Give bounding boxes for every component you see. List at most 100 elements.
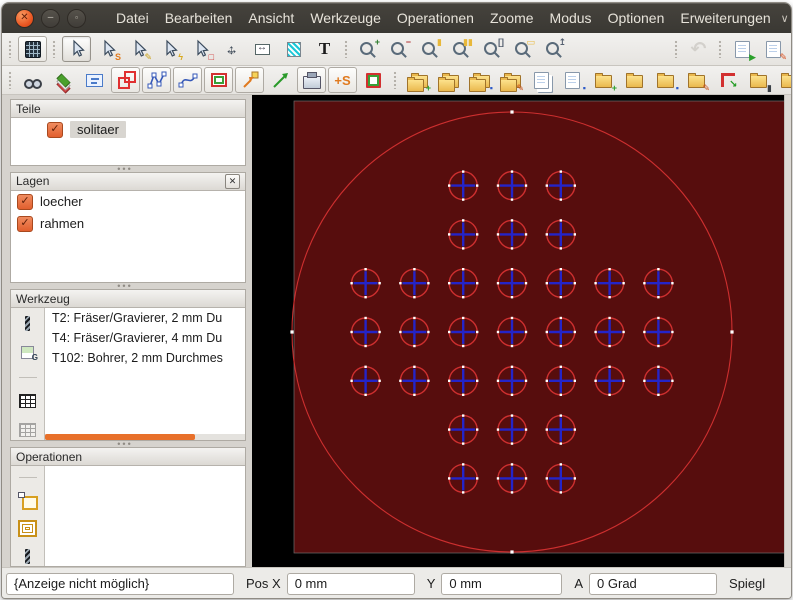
move-button[interactable]: ↔↕ — [217, 36, 246, 62]
tool-table-disabled-icon[interactable] — [16, 420, 40, 440]
panel-lagen-header[interactable]: Lagen ✕ — [11, 173, 245, 191]
zoom-in-button[interactable]: + — [354, 36, 383, 62]
toolbar-grip[interactable] — [8, 40, 13, 58]
gcode-icon[interactable] — [16, 343, 40, 363]
contour-operation-icon[interactable] — [16, 492, 40, 511]
import-button[interactable] — [713, 67, 742, 93]
toolbar-grip[interactable] — [718, 40, 723, 58]
layer-edit-button[interactable]: ✎ — [682, 67, 711, 93]
select-quick-button[interactable]: ϟ — [155, 36, 184, 62]
calculator-button[interactable] — [18, 36, 47, 62]
menu-overflow-chevron-icon[interactable]: ∨ — [781, 12, 789, 25]
layer-open-button[interactable] — [620, 67, 649, 93]
select-region-button[interactable]: □ — [186, 36, 215, 62]
corner-outline-button[interactable] — [359, 67, 388, 93]
tool-table-icon[interactable] — [16, 392, 40, 412]
layers-button[interactable] — [49, 67, 78, 93]
pocket-operation-icon[interactable] — [16, 520, 40, 539]
zoom-page-button[interactable]: ▭ — [509, 36, 538, 62]
resize-button[interactable] — [248, 36, 277, 62]
copy-parts-button[interactable] — [111, 67, 140, 93]
postprocessor-button[interactable] — [18, 67, 47, 93]
panel-close-button[interactable]: ✕ — [225, 174, 240, 189]
maximize-window-button[interactable]: ▫ — [67, 9, 86, 28]
tool-list-hscrollbar[interactable] — [45, 434, 245, 440]
layers-list: ✓ loecher ✓ rahmen — [11, 191, 245, 282]
toolbar-grip[interactable] — [52, 40, 57, 58]
canvas-vertical-scrollbar[interactable] — [784, 95, 791, 567]
zoom-region-button[interactable]: [] — [478, 36, 507, 62]
zoom-selection-button[interactable]: ▮ — [416, 36, 445, 62]
tool-list-item[interactable]: T2: Fräser/Gravierer, 2 mm Du — [45, 308, 245, 328]
add-start-button[interactable]: +S — [328, 67, 357, 93]
zoom-redraw-button[interactable]: ↥ — [540, 36, 569, 62]
layer-save-button[interactable]: ▪ — [651, 67, 680, 93]
tools-edit-button[interactable]: ✎ — [775, 67, 792, 93]
tool-list-item[interactable]: T4: Fräser/Gravierer, 4 mm Du — [45, 328, 245, 348]
panel-werkzeug-header[interactable]: Werkzeug — [11, 290, 245, 308]
close-window-button[interactable]: ✕ — [15, 9, 34, 28]
menu-datei[interactable]: Datei — [108, 6, 157, 30]
menu-werkzeuge[interactable]: Werkzeuge — [302, 6, 389, 30]
menu-ansicht[interactable]: Ansicht — [240, 6, 302, 30]
polyline-button[interactable] — [142, 67, 171, 93]
measure-arrow-button[interactable] — [266, 67, 295, 93]
zoom-parts-button[interactable]: ▮▮ — [447, 36, 476, 62]
text-button[interactable]: T — [310, 36, 339, 62]
menu-erweiterungen[interactable]: Erweiterungen — [672, 6, 778, 30]
edit-gcode-button[interactable]: ✎ — [759, 36, 788, 62]
menu-zoome[interactable]: Zoome — [482, 6, 542, 30]
select-button[interactable] — [62, 36, 91, 62]
part-board[interactable] — [294, 101, 784, 553]
list-item-label[interactable]: solitaer — [70, 121, 126, 138]
pos-y-field[interactable]: 0 mm — [441, 573, 562, 595]
checkbox[interactable]: ✓ — [47, 122, 63, 138]
parts-save-button[interactable]: ▪ — [465, 67, 494, 93]
save-list-button[interactable]: ▪ — [558, 67, 587, 93]
toolbar-grip[interactable] — [344, 40, 349, 58]
undo-button[interactable]: ↶ — [684, 36, 713, 62]
drawing-canvas[interactable] — [252, 95, 784, 567]
panel-operationen-header[interactable]: Operationen — [11, 448, 245, 466]
copy-list-button[interactable] — [527, 67, 556, 93]
machine-button[interactable] — [297, 67, 326, 93]
spline-button[interactable] — [173, 67, 202, 93]
titlebar: ✕ – ▫ DateiBearbeitenAnsichtWerkzeugeOpe… — [2, 3, 791, 33]
minimize-window-button[interactable]: – — [41, 9, 60, 28]
parts-edit-button[interactable]: ✎ — [496, 67, 525, 93]
parts-open-button[interactable] — [434, 67, 463, 93]
drill-operation-icon[interactable] — [16, 547, 40, 566]
checkbox[interactable]: ✓ — [17, 194, 33, 210]
list-item[interactable]: ✓ solitaer — [43, 118, 245, 141]
angle-field[interactable]: 0 Grad — [589, 573, 717, 595]
tool-list-hscrollbar-thumb[interactable] — [45, 434, 195, 440]
move-to-point-button[interactable] — [235, 67, 264, 93]
checkbox[interactable]: ✓ — [17, 216, 33, 232]
tool-list-item[interactable]: T102: Bohrer, 2 mm Durchmes — [45, 348, 245, 368]
menu-operationen[interactable]: Operationen — [389, 6, 482, 30]
toolbar-grip[interactable] — [674, 40, 679, 58]
drill-tool-icon[interactable] — [16, 314, 40, 334]
list-item[interactable]: ✓ loecher — [13, 191, 245, 213]
list-item[interactable]: ✓ rahmen — [13, 213, 245, 235]
zoom-out-button[interactable]: − — [385, 36, 414, 62]
select-part-button[interactable]: S — [93, 36, 122, 62]
toolbar-grip[interactable] — [8, 71, 13, 89]
list-item-label[interactable]: loecher — [40, 194, 83, 209]
panel-teile-header[interactable]: Teile — [11, 100, 245, 118]
menu-optionen[interactable]: Optionen — [600, 6, 673, 30]
simulate-button[interactable]: ▶ — [728, 36, 757, 62]
outline-button[interactable] — [204, 67, 233, 93]
toolbar-grip[interactable] — [393, 71, 398, 89]
properties-button[interactable] — [80, 67, 109, 93]
pos-x-field[interactable]: 0 mm — [287, 573, 415, 595]
list-item-label[interactable]: rahmen — [40, 216, 84, 231]
tools-open-button[interactable]: ▮ — [744, 67, 773, 93]
menu-bearbeiten[interactable]: Bearbeiten — [157, 6, 241, 30]
menu-modus[interactable]: Modus — [542, 6, 600, 30]
select-edit-button[interactable]: ✎ — [124, 36, 153, 62]
mirror-button[interactable] — [279, 36, 308, 62]
select-part-icon — [98, 39, 118, 59]
parts-add-button[interactable]: + — [403, 67, 432, 93]
layer-add-button[interactable]: + — [589, 67, 618, 93]
